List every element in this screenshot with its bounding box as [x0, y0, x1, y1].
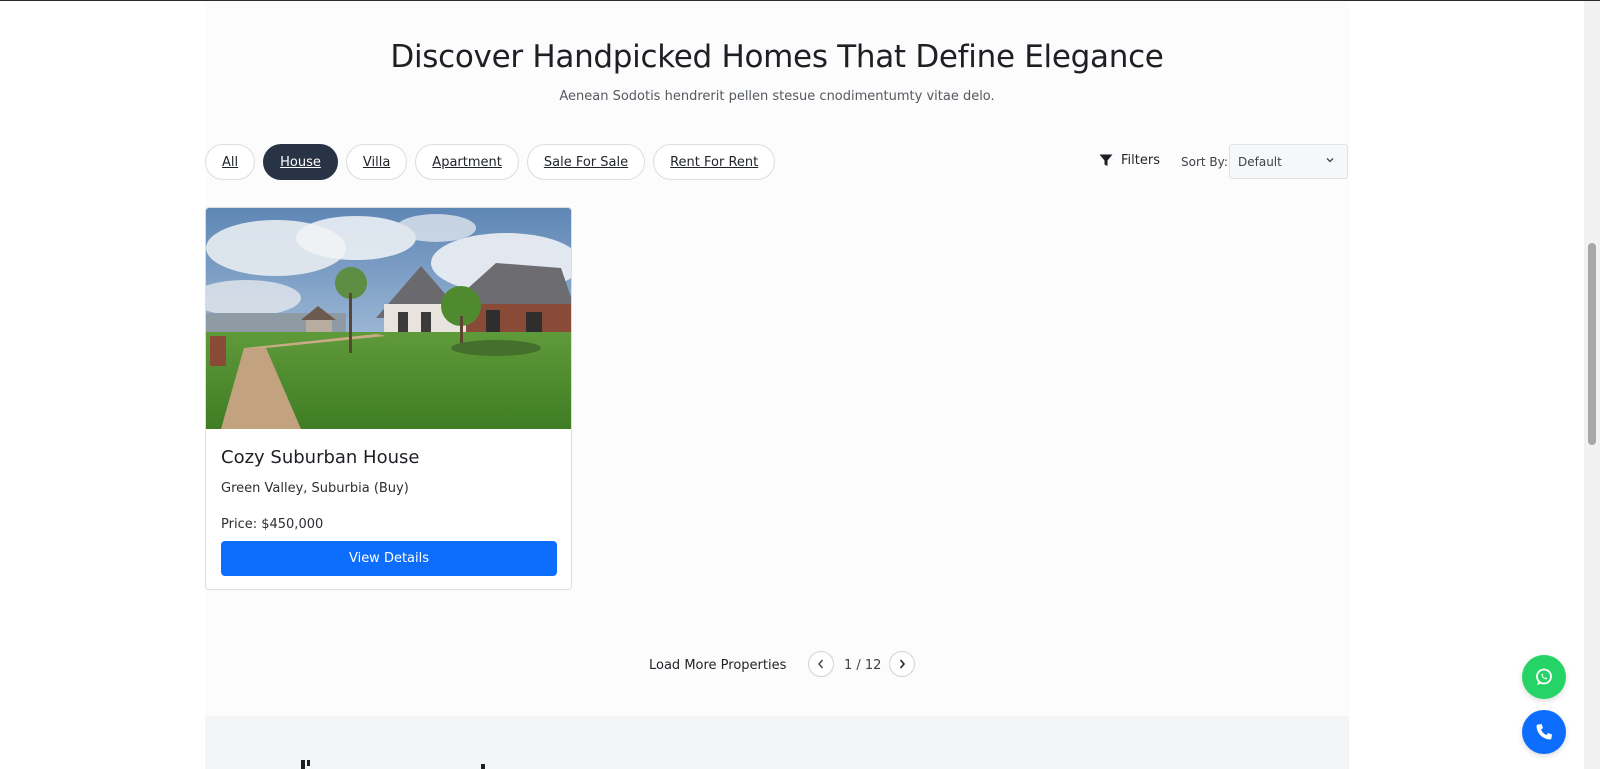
filters-label: Filters: [1121, 153, 1160, 168]
next-section: [205, 716, 1349, 769]
property-location: Green Valley, Suburbia (Buy): [221, 481, 409, 496]
tab-rent[interactable]: Rent For Rent: [653, 144, 776, 180]
property-card: Cozy Suburban House Green Valley, Suburb…: [205, 207, 572, 590]
tab-villa[interactable]: Villa: [345, 144, 408, 180]
chevron-down-icon: [1326, 158, 1334, 163]
sort-value: Default: [1238, 154, 1282, 169]
properties-section: Discover Handpicked Homes That Define El…: [205, 1, 1349, 769]
page-subtitle: Aenean Sodotis hendrerit pellen stesue c…: [559, 89, 995, 104]
property-title: Cozy Suburban House: [221, 447, 420, 468]
property-photo: [206, 208, 571, 429]
property-price: Price: $450,000: [221, 517, 324, 532]
whatsapp-icon: [1536, 668, 1552, 685]
tab-house[interactable]: House: [263, 144, 338, 180]
load-more-link[interactable]: Load More Properties: [649, 658, 786, 673]
chevron-left-icon: [818, 659, 824, 669]
tab-all[interactable]: All: [205, 144, 256, 180]
call-button[interactable]: [1522, 710, 1566, 754]
sort-select[interactable]: Default: [1229, 144, 1348, 179]
phone-icon: [1536, 724, 1552, 740]
category-tabs: All House Villa Apartment Sale For Sale …: [205, 144, 783, 180]
next-page-button[interactable]: [889, 651, 915, 677]
scrollbar-thumb[interactable]: [1588, 243, 1596, 445]
page-title: Discover Handpicked Homes That Define El…: [390, 39, 1164, 75]
chevron-right-icon: [899, 659, 906, 669]
filters-button[interactable]: Filters: [1099, 153, 1160, 168]
sort-label: Sort By:: [1181, 155, 1228, 169]
tab-sale[interactable]: Sale For Sale: [526, 144, 646, 180]
section-heading-fragment: [301, 760, 485, 769]
prev-page-button[interactable]: [808, 651, 834, 677]
scrollbar[interactable]: [1584, 1, 1600, 769]
page: Discover Handpicked Homes That Define El…: [0, 1, 1584, 769]
page-indicator: 1 / 12: [844, 658, 882, 673]
filter-funnel-icon: [1099, 154, 1113, 166]
whatsapp-button[interactable]: [1522, 655, 1566, 699]
tab-apartment[interactable]: Apartment: [415, 144, 519, 180]
view-details-button[interactable]: View Details: [221, 541, 557, 576]
